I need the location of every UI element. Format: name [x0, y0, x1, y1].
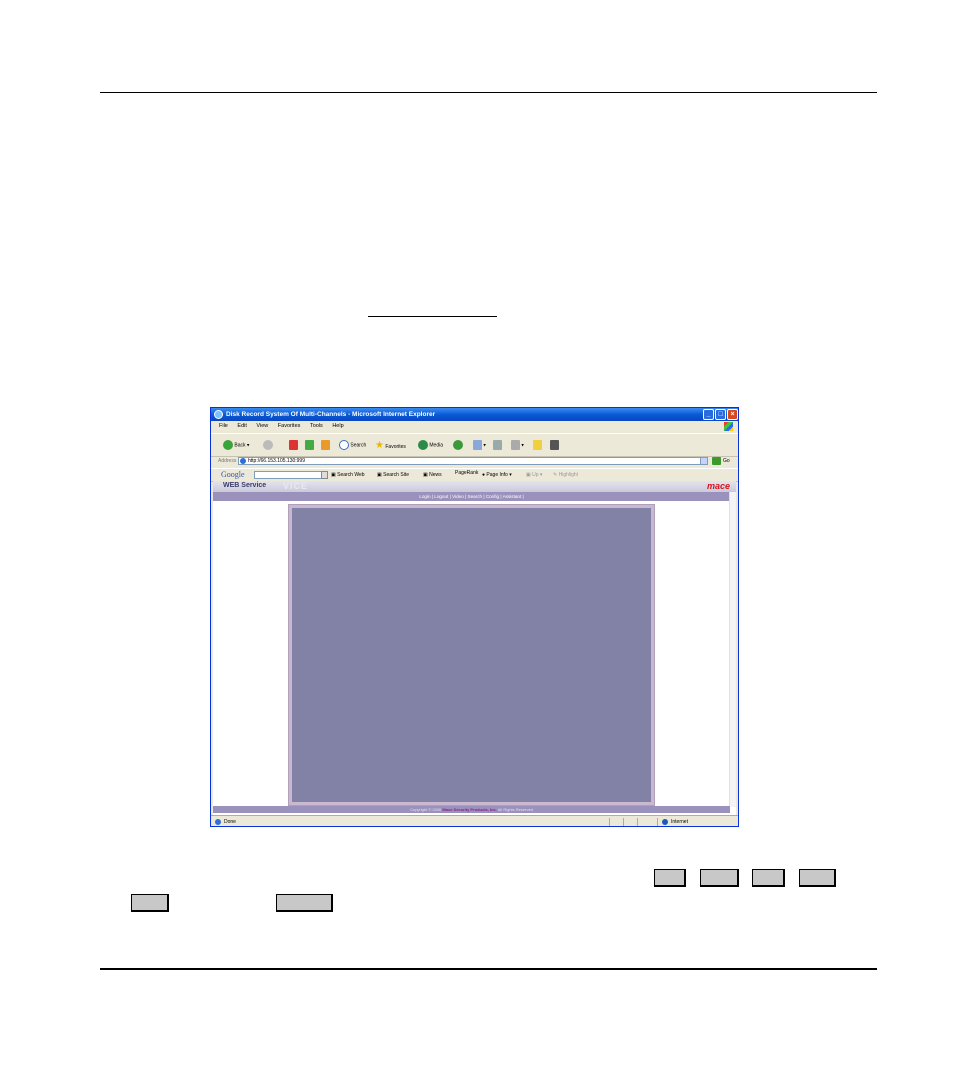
back-button[interactable]: Back ▾ [223, 440, 249, 451]
menu-bar: File Edit View Favorites Tools Help [211, 421, 738, 432]
vertical-scrollbar[interactable] [729, 492, 736, 807]
copyright-suffix: All Rights Reserved [497, 807, 533, 812]
search-site-button[interactable]: ▣ Search Site [377, 469, 409, 481]
status-divider [637, 818, 638, 826]
maximize-icon[interactable]: □ [715, 409, 726, 420]
copyright-prefix: Copyright © 2006 [410, 807, 442, 812]
address-label: Address [218, 458, 237, 464]
address-dropdown-icon[interactable] [700, 457, 708, 465]
search-button[interactable]: Search [339, 440, 366, 451]
nav-search[interactable]: Search [468, 494, 483, 499]
highlight-button[interactable]: ✎ Highlight [553, 469, 578, 481]
discuss-button[interactable] [533, 440, 542, 451]
stop-icon [289, 440, 298, 450]
history-button[interactable] [453, 440, 463, 451]
nav-config[interactable]: Config [486, 494, 499, 499]
menu-file[interactable]: File [219, 423, 228, 429]
history-icon [453, 440, 463, 450]
address-bar: Address http://66.153.105.130:999 Go [211, 456, 738, 467]
footer-rule [100, 968, 877, 970]
internet-zone-icon [662, 819, 668, 825]
service-title: WEB Service [223, 482, 267, 489]
key-box [799, 869, 836, 887]
page-status-icon [215, 819, 221, 825]
menu-edit[interactable]: Edit [237, 423, 246, 429]
media-button[interactable]: Media [418, 440, 443, 451]
google-dropdown-icon[interactable] [321, 471, 328, 479]
print-icon [493, 440, 502, 450]
google-toolbar: Google ▣ Search Web ▣ Search Site ▣ News… [211, 468, 738, 482]
status-text: Done [224, 819, 236, 825]
video-frame [288, 504, 655, 806]
folder-icon [533, 440, 542, 450]
google-logo[interactable]: Google [221, 469, 245, 481]
go-button[interactable]: Go [723, 456, 730, 467]
back-arrow-icon [223, 440, 233, 450]
browser-window: Disk Record System Of Multi-Channels - M… [210, 407, 739, 827]
company-link[interactable]: Mace Security Products, Inc. [442, 807, 496, 812]
status-divider [657, 818, 658, 826]
media-icon [418, 440, 428, 450]
service-watermark: VICE [283, 481, 309, 491]
page-info-button[interactable]: ● Page Info ▾ [482, 469, 512, 481]
go-arrow-icon[interactable] [712, 457, 721, 465]
news-button[interactable]: ▣ News [423, 469, 442, 481]
nav-login[interactable]: Login [419, 494, 430, 499]
page-icon [240, 458, 246, 464]
stop-button[interactable] [289, 440, 298, 451]
underlined-link[interactable] [368, 316, 497, 317]
search-web-button[interactable]: ▣ Search Web [331, 469, 365, 481]
menu-tools[interactable]: Tools [310, 423, 323, 429]
header-rule [100, 92, 877, 93]
status-divider [609, 818, 610, 826]
copyright-bar: Copyright © 2006 Mace Security Products,… [213, 806, 730, 813]
nav-video[interactable]: Video [452, 494, 464, 499]
windows-logo-icon [724, 422, 733, 431]
edit-icon [511, 440, 520, 450]
refresh-icon [305, 440, 314, 450]
key-box [131, 894, 169, 912]
zone-text: Internet [671, 819, 688, 825]
messenger-button[interactable] [550, 440, 559, 451]
status-bar: Done Internet [211, 815, 738, 826]
ie-icon [214, 410, 223, 419]
title-bar[interactable]: Disk Record System Of Multi-Channels - M… [211, 408, 738, 421]
star-icon: ★ [375, 440, 384, 451]
favorites-button[interactable]: ★ Favorites [375, 440, 406, 451]
google-search-input[interactable] [254, 471, 327, 479]
menu-favorites[interactable]: Favorites [278, 423, 301, 429]
print-button[interactable] [493, 440, 502, 451]
nav-logout[interactable]: Logout [434, 494, 448, 499]
window-title: Disk Record System Of Multi-Channels - M… [226, 411, 436, 418]
home-button[interactable] [321, 440, 330, 451]
mail-button[interactable]: ▾ [473, 440, 486, 451]
up-button[interactable]: ▣ Up ▾ [526, 469, 542, 481]
service-header: VICE WEB Service mace [213, 481, 736, 492]
menu-view[interactable]: View [256, 423, 268, 429]
service-nav: Login | Logout | Video | Search | Config… [213, 492, 730, 501]
mace-logo: mace [706, 481, 730, 491]
minimize-icon[interactable]: _ [703, 409, 714, 420]
mail-icon [473, 440, 482, 450]
status-divider [623, 818, 624, 826]
edit-button[interactable]: ▾ [511, 440, 524, 451]
pagerank-indicator: PageRank [455, 470, 479, 476]
home-icon [321, 440, 330, 450]
page-content: VICE WEB Service mace Login | Logout | V… [213, 481, 736, 815]
address-input[interactable]: http://66.153.105.130:999 [238, 457, 705, 465]
search-icon [339, 440, 349, 450]
forward-button[interactable] [263, 440, 273, 451]
video-area[interactable] [292, 508, 651, 802]
menu-help[interactable]: Help [332, 423, 343, 429]
forward-arrow-icon [263, 440, 273, 450]
nav-assistant[interactable]: Assistant [503, 494, 522, 499]
refresh-button[interactable] [305, 440, 314, 451]
key-box [276, 894, 333, 912]
messenger-icon [550, 440, 559, 450]
key-box [654, 869, 686, 887]
key-box [700, 869, 739, 887]
standard-toolbar: Back ▾ Search ★ Favorites Media ▾ ▾ [211, 433, 738, 457]
close-icon[interactable]: × [727, 409, 738, 420]
key-box [752, 869, 785, 887]
